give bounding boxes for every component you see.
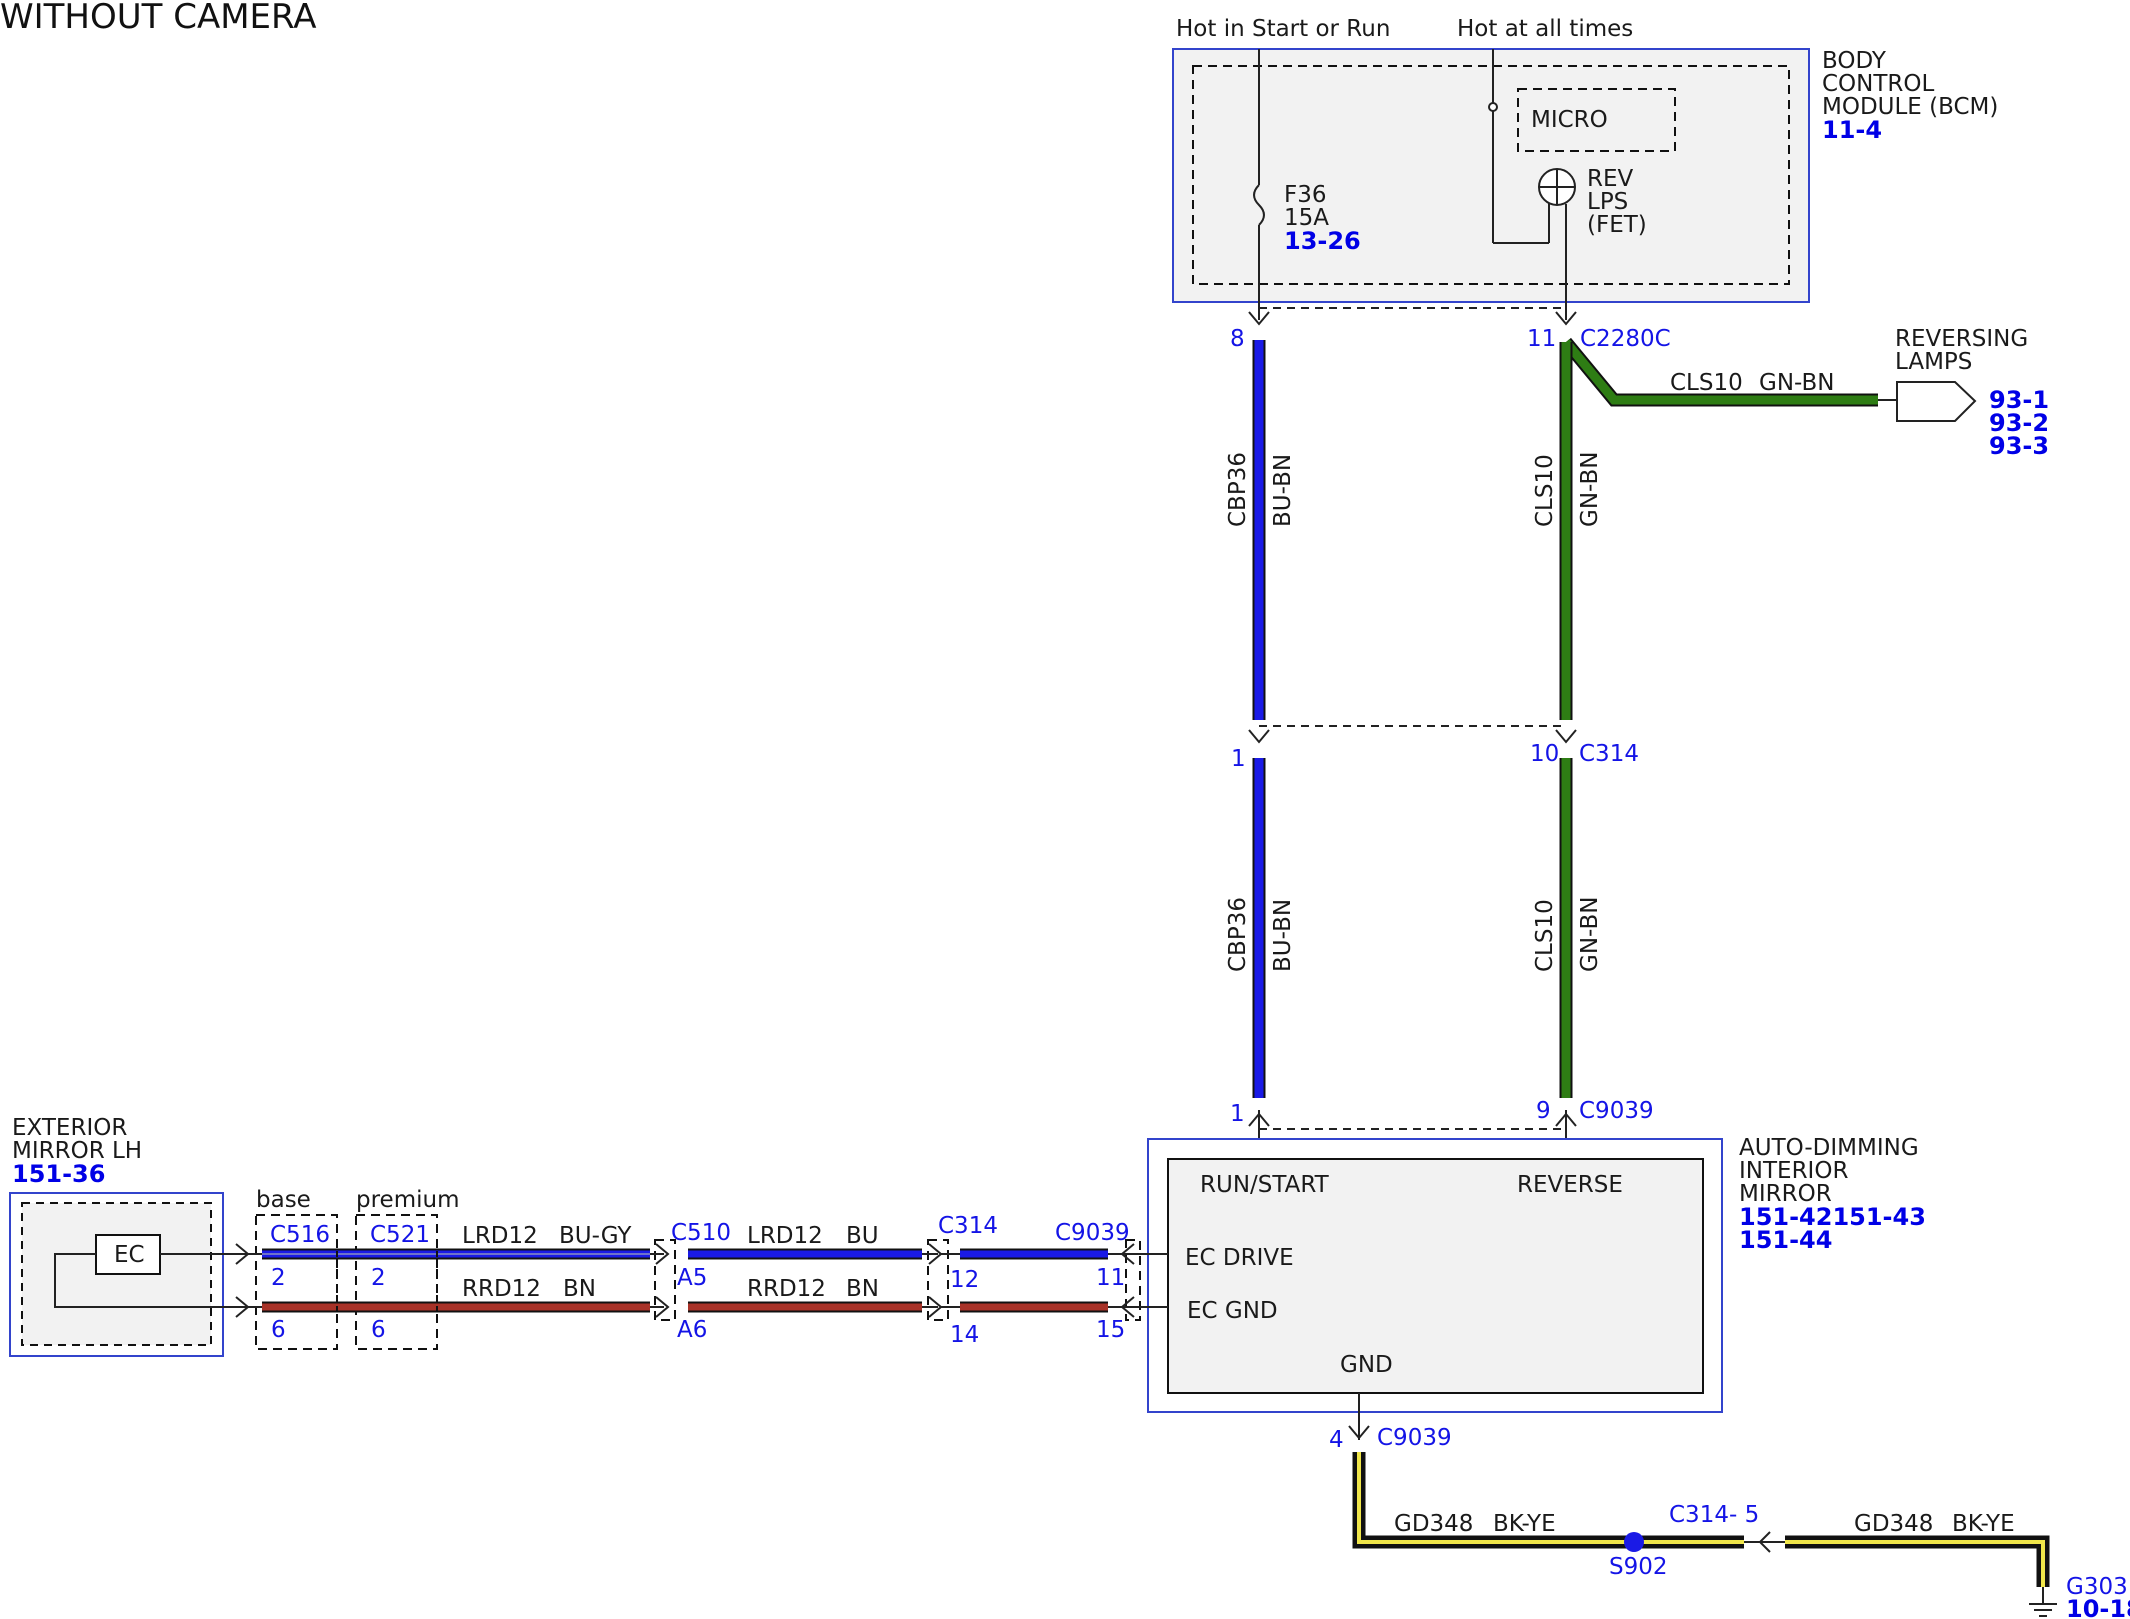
c9039-harness-label: C9039 bbox=[1055, 1220, 1130, 1246]
ground-pin: 4 bbox=[1329, 1427, 1344, 1453]
upper-right-color: GN-BN bbox=[1577, 452, 1603, 528]
power-start-run-label: Hot in Start or Run bbox=[1176, 16, 1390, 42]
seg1-circuit-bottom: RRD12 bbox=[462, 1276, 541, 1302]
bcm-connector: C2280C bbox=[1580, 326, 1671, 352]
reversing-lamps-name-2: LAMPS bbox=[1895, 349, 1972, 375]
fuse-ref: 13-26 bbox=[1284, 227, 1361, 255]
auto-dimming-mirror: RUN/START REVERSE EC DRIVE EC GND GND AU… bbox=[1147, 1135, 1926, 1413]
reversing-lamps-connector-icon bbox=[1896, 381, 1977, 422]
mirror-ec-gnd: EC GND bbox=[1187, 1298, 1278, 1324]
branch-circuit: CLS10 bbox=[1670, 370, 1743, 396]
upper-right-circuit: CLS10 bbox=[1532, 454, 1558, 527]
lower-left-color: BU-BN bbox=[1270, 899, 1296, 972]
lower-right-circuit: CLS10 bbox=[1532, 899, 1558, 972]
c516-label: C516 bbox=[270, 1222, 330, 1248]
bcm-ref: 11-4 bbox=[1822, 116, 1882, 144]
c314-upper-pin-right: 10 bbox=[1530, 741, 1559, 767]
micro-label: MICRO bbox=[1531, 107, 1608, 133]
lower-left-circuit: CBP36 bbox=[1225, 897, 1251, 972]
ground-circuit: 4 C9039 S902 C314- 5 GD348 BK-YE GD348 B… bbox=[1329, 1393, 2130, 1619]
mirror-ec-drive: EC DRIVE bbox=[1185, 1245, 1294, 1271]
pin-c510-top: A5 bbox=[677, 1265, 707, 1291]
mirror-run-start: RUN/START bbox=[1200, 1172, 1330, 1198]
diagram-title: WITHOUT CAMERA bbox=[0, 0, 317, 37]
c521-label: C521 bbox=[370, 1222, 430, 1248]
reversing-lamps-ref-3: 93-3 bbox=[1989, 432, 2049, 460]
exterior-mirror-lh: EC EXTERIOR MIRROR LH 151-36 bbox=[9, 1115, 258, 1357]
connector-c2280c: 8 11 C2280C bbox=[1230, 307, 1671, 352]
exterior-mirror-ref: 151-36 bbox=[12, 1160, 105, 1188]
harness: base premium C516 C521 LRD12 BU-GY RRD12… bbox=[235, 1187, 1168, 1350]
c314-harness-label: C314 bbox=[938, 1213, 998, 1239]
splice-label: S902 bbox=[1609, 1554, 1668, 1580]
ground-color-right: BK-YE bbox=[1952, 1511, 2015, 1537]
wiring-diagram: WITHOUT CAMERA MICRO F36 15A 13-26 REV L… bbox=[0, 0, 2130, 1619]
pin-c314-top: 12 bbox=[950, 1267, 979, 1293]
pin-c516-top: 2 bbox=[271, 1265, 286, 1291]
c9039-top-connector: C9039 bbox=[1579, 1098, 1654, 1124]
power-all-times-label: Hot at all times bbox=[1457, 16, 1633, 42]
ground-connector: C9039 bbox=[1377, 1425, 1452, 1451]
seg2-color-top: BU bbox=[846, 1223, 879, 1249]
seg1-circuit-top: LRD12 bbox=[462, 1223, 538, 1249]
body-control-module: MICRO F36 15A 13-26 REV LPS (FET) Hot in… bbox=[1172, 16, 1998, 320]
pin-c314-bottom: 14 bbox=[950, 1322, 979, 1348]
seg1-color-top: BU-GY bbox=[559, 1223, 632, 1249]
mirror-reverse: REVERSE bbox=[1517, 1172, 1623, 1198]
upper-left-color: BU-BN bbox=[1270, 454, 1296, 527]
seg2-color-bottom: BN bbox=[846, 1276, 879, 1302]
base-label: base bbox=[256, 1187, 311, 1213]
lower-vertical-wires: CBP36 BU-BN CLS10 GN-BN bbox=[1225, 758, 1603, 1098]
pin-c510-bottom: A6 bbox=[677, 1317, 707, 1343]
mirror-gnd: GND bbox=[1340, 1352, 1393, 1378]
inline-connector-label: C314- 5 bbox=[1669, 1502, 1759, 1528]
pin-c9039-bottom: 15 bbox=[1096, 1317, 1125, 1343]
ground-ref: 10-18 bbox=[2066, 1595, 2130, 1619]
pin-c516-bottom: 6 bbox=[271, 1317, 286, 1343]
c9039-top-pin-right: 9 bbox=[1536, 1098, 1551, 1124]
c314-upper-connector: C314 bbox=[1579, 741, 1639, 767]
seg2-circuit-bottom: RRD12 bbox=[747, 1276, 826, 1302]
mirror-refs-2: 151-44 bbox=[1739, 1226, 1832, 1254]
seg1-color-bottom: BN bbox=[563, 1276, 596, 1302]
upper-vertical-wires: CBP36 BU-BN CLS10 GN-BN bbox=[1225, 340, 1603, 720]
lower-right-color: GN-BN bbox=[1577, 897, 1603, 973]
ground-color-left: BK-YE bbox=[1493, 1511, 1556, 1537]
seg2-circuit-top: LRD12 bbox=[747, 1223, 823, 1249]
connector-c314-upper: 1 10 C314 bbox=[1231, 725, 1639, 772]
bcm-pin-left: 8 bbox=[1230, 326, 1245, 352]
pin-c521-top: 2 bbox=[371, 1265, 386, 1291]
branch-color: GN-BN bbox=[1759, 370, 1835, 396]
splice-s902-icon bbox=[1624, 1532, 1644, 1552]
c510-label: C510 bbox=[671, 1220, 731, 1246]
c314-upper-pin-left: 1 bbox=[1231, 746, 1246, 772]
pin-c521-bottom: 6 bbox=[371, 1317, 386, 1343]
fet-label-3: (FET) bbox=[1587, 212, 1647, 238]
upper-left-circuit: CBP36 bbox=[1225, 452, 1251, 527]
bcm-pin-right: 11 bbox=[1527, 326, 1556, 352]
ground-circuit-left: GD348 bbox=[1394, 1511, 1473, 1537]
pin-c9039-top: 11 bbox=[1096, 1265, 1125, 1291]
ground-circuit-right: GD348 bbox=[1854, 1511, 1933, 1537]
ec-element-label: EC bbox=[114, 1242, 145, 1268]
premium-label: premium bbox=[356, 1187, 459, 1213]
c9039-top-pin-left: 1 bbox=[1230, 1101, 1245, 1127]
